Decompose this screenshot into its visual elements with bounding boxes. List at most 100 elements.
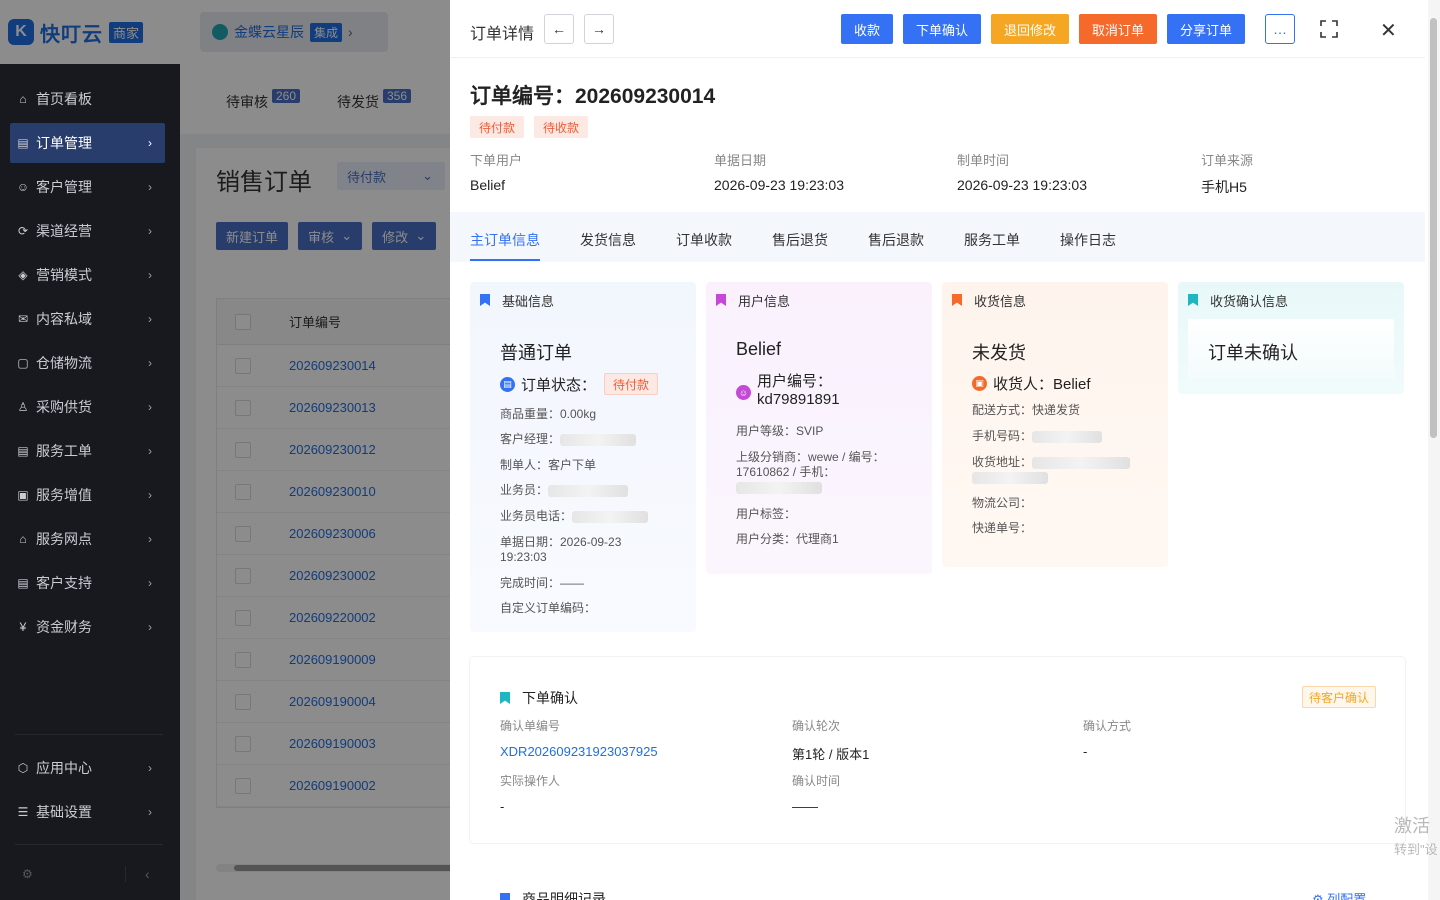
- sidebar-item-label: 订单管理: [36, 135, 92, 151]
- basic-info-card: 基础信息 普通订单 ▤ 订单状态： 待付款 商品重量：0.00kg 客户经理： 制单…: [470, 282, 696, 632]
- cancel-order-button[interactable]: 取消订单: [1079, 14, 1157, 44]
- custom-code-field: 自定义订单编码：: [500, 601, 597, 615]
- ellipsis-icon: …: [1273, 21, 1287, 37]
- prev-order-button[interactable]: ←: [544, 14, 574, 44]
- user-label-field: 用户标签：: [736, 507, 797, 521]
- tab-service-ticket[interactable]: 服务工单: [964, 230, 1020, 250]
- user-category-field: 用户分类：代理商1: [736, 532, 839, 546]
- tab-payment[interactable]: 订单收款: [676, 230, 732, 250]
- scrollbar-thumb[interactable]: [1430, 18, 1437, 438]
- confirm-round-field: 确认轮次第1轮 / 版本1: [792, 717, 869, 763]
- chevron-right-icon: ›: [148, 268, 152, 282]
- masked-value: [1032, 430, 1103, 443]
- channel-icon: ⟳: [17, 224, 29, 238]
- tab-refund[interactable]: 售后退款: [868, 230, 924, 250]
- card-title: 收货信息: [974, 293, 1027, 309]
- address-field: 收货地址：: [972, 455, 1131, 485]
- masked-value: [1032, 456, 1131, 469]
- panel-title: 下单确认: [522, 690, 578, 706]
- panel-header: 商品明细记录: [500, 889, 606, 900]
- next-order-button[interactable]: →: [584, 14, 614, 44]
- collect-payment-button[interactable]: 收款: [841, 14, 893, 44]
- doc-date-field: 单据日期：2026-09-23 19:23:03: [500, 535, 621, 565]
- shipping-info-card: 收货信息 未发货 ▣ 收货人：Belief 配送方式：快递发货 手机号码： 收货地…: [942, 282, 1168, 567]
- sidebar-item-label: 采购供货: [36, 399, 92, 415]
- goods-detail-panel: 商品明细记录 ⚙ 列配置: [470, 853, 1405, 900]
- bookmark-icon: [1188, 294, 1198, 306]
- order-confirm-panel: 下单确认 待客户确认 确认单编号 XDR202609231923037925 确认…: [470, 657, 1405, 843]
- receiver-text: 收货人：Belief: [993, 376, 1091, 393]
- field-value: 第1轮 / 版本1: [792, 747, 870, 762]
- tab-main-order[interactable]: 主订单信息: [470, 230, 540, 250]
- column-config-button[interactable]: ⚙ 列配置: [1312, 889, 1366, 900]
- order-icon: ▤: [17, 136, 29, 150]
- tab-operation-log[interactable]: 操作日志: [1060, 230, 1116, 250]
- field-label: 收货地址：: [972, 455, 1033, 469]
- meta-order-user: 下单用户 Belief: [470, 150, 522, 193]
- distributor-line-1: 上级分销商：wewe / 编号：: [736, 450, 885, 464]
- meta-created-time: 制单时间 2026-09-23 19:23:03: [957, 150, 1087, 193]
- receipt-confirm-card: 收货确认信息 订单未确认: [1178, 282, 1404, 394]
- box-icon: ▢: [17, 356, 29, 370]
- meta-label: 下单用户: [470, 153, 523, 168]
- confirm-status: 订单未确认: [1208, 343, 1298, 363]
- field-label: 确认轮次: [792, 719, 841, 733]
- sidebar-item-label: 仓储物流: [36, 355, 92, 371]
- order-confirm-button[interactable]: 下单确认: [903, 14, 981, 44]
- chevron-right-icon: ›: [148, 400, 152, 414]
- watermark-line-1: 激活: [1394, 816, 1430, 836]
- chevron-right-icon: ›: [148, 224, 152, 238]
- sidebar-item-label: 首页看板: [36, 91, 92, 107]
- masked-value: [548, 484, 629, 497]
- bookmark-icon: [500, 692, 510, 704]
- masked-value: [572, 510, 649, 523]
- delivery-method-field: 配送方式：快递发货: [972, 403, 1081, 417]
- meta-value: 2026-09-23 19:23:03: [714, 177, 844, 193]
- panel-header: 下单确认: [500, 688, 578, 708]
- meta-label: 订单来源: [1201, 153, 1254, 168]
- chevron-right-icon: ›: [148, 532, 152, 546]
- return-modify-button[interactable]: 退回修改: [991, 14, 1069, 44]
- fullscreen-icon[interactable]: [1320, 20, 1338, 38]
- masked-value: [560, 433, 637, 446]
- sidebar-item-label: 应用中心: [36, 760, 92, 776]
- tab-return-goods[interactable]: 售后退货: [772, 230, 828, 250]
- chevron-right-icon: ›: [148, 761, 152, 775]
- doc-date-line-1: 单据日期：2026-09-23: [500, 535, 622, 549]
- chevron-right-icon: ›: [148, 356, 152, 370]
- store-icon: ⌂: [19, 532, 27, 546]
- user-id-value: kd79891891: [757, 391, 840, 408]
- card-body: Belief ☺ 用户编号： kd79891891 用户等级：SVIP 上级分销商：…: [716, 319, 922, 569]
- more-actions-button[interactable]: …: [1265, 14, 1295, 44]
- tag-icon: ◈: [18, 268, 28, 282]
- user-icon: ☺: [16, 180, 30, 194]
- confirm-number-link[interactable]: XDR202609231923037925: [500, 744, 658, 759]
- gear-icon: ⚙: [1312, 892, 1328, 900]
- card-header: 基础信息: [470, 282, 696, 318]
- close-icon[interactable]: ✕: [1380, 18, 1397, 43]
- card-body: 未发货 ▣ 收货人：Belief 配送方式：快递发货 手机号码： 收货地址： 物流…: [952, 319, 1158, 549]
- field-value: -: [500, 799, 505, 814]
- order-number: 订单编号：202609230014: [470, 85, 716, 108]
- user-id-line: ☺ 用户编号： kd79891891: [736, 373, 840, 409]
- vertical-scrollbar[interactable]: [1428, 0, 1440, 900]
- meta-label: 单据日期: [714, 153, 767, 168]
- card-body: 订单未确认: [1188, 319, 1394, 379]
- doc-date-line-2: 19:23:03: [500, 550, 547, 564]
- sales-phone-field: 业务员电话：: [500, 509, 649, 524]
- manager-field: 客户经理：: [500, 432, 637, 447]
- document-icon: ▤: [500, 376, 515, 392]
- sidebar-item-label: 客户管理: [36, 179, 92, 195]
- receiver-line: ▣ 收货人：Belief: [972, 373, 1091, 394]
- field-label: 业务员电话：: [500, 509, 573, 523]
- user-id-text: 用户编号： kd79891891: [757, 373, 840, 409]
- user-icon: ☺: [736, 385, 751, 400]
- tab-shipping[interactable]: 发货信息: [580, 230, 636, 250]
- share-order-button[interactable]: 分享订单: [1167, 14, 1245, 44]
- distributor-field: 上级分销商：wewe / 编号： 17610862 / 手机：: [736, 450, 885, 495]
- field-value: ——: [792, 799, 818, 814]
- ticket-icon: ▤: [17, 444, 29, 458]
- bookmark-icon: [952, 294, 962, 306]
- field-label: 实际操作人: [500, 774, 561, 788]
- chevron-right-icon: ›: [148, 180, 152, 194]
